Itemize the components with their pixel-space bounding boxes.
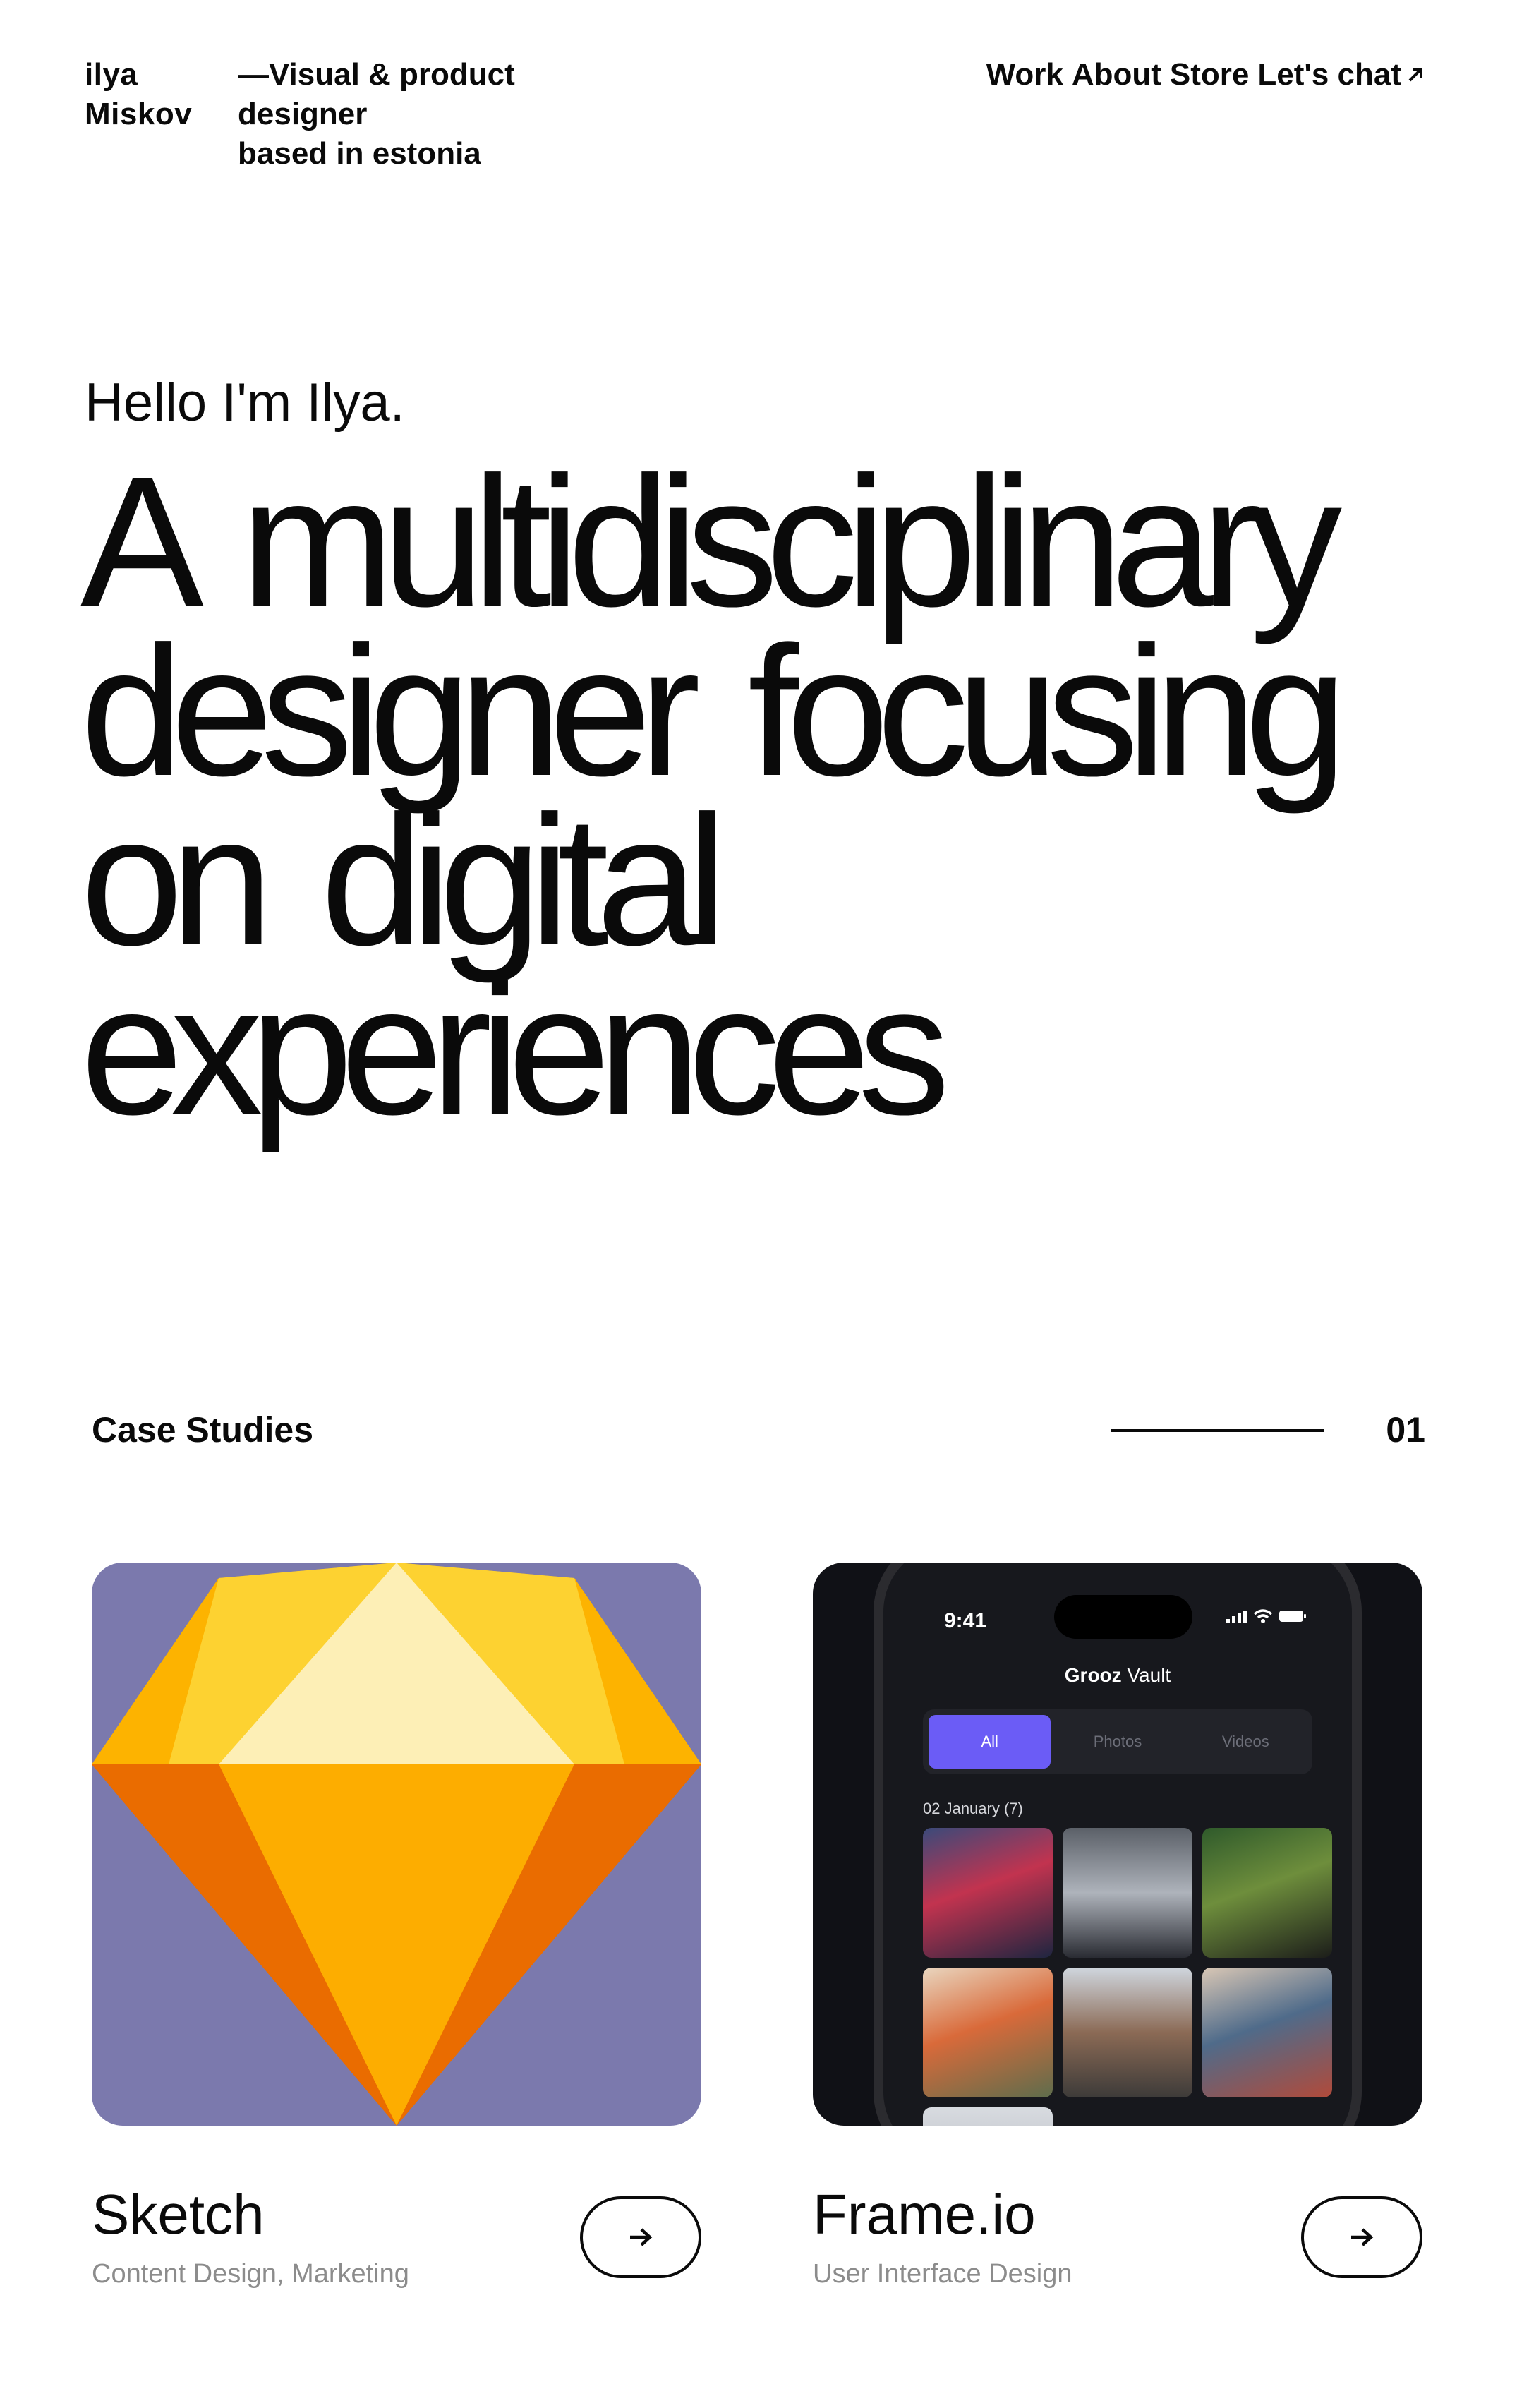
phone-tab-photos: Photos [1093,1733,1142,1750]
arrow-up-right-icon [1406,56,1425,95]
phone-tab-bar: All Photos Videos [923,1709,1312,1774]
photo-thumbnail [923,1968,1053,2097]
nav-link-work[interactable]: Work [986,55,1063,95]
logo-first-name: ilya [85,57,138,92]
sketch-diamond-logo [92,1563,701,2126]
card-title-frameio[interactable]: Frame.io [813,2181,1036,2249]
phone-date-label: 02 January (7) [923,1800,1023,1817]
hero-headline-line-4: experiences [80,946,950,1153]
phone-photo-grid [923,1828,1332,2126]
tagline-line-2: designer [238,97,368,131]
tagline-line-3: based in estonia [238,136,481,171]
hero-headline-line-1: A multidisciplinary [80,438,1342,645]
photo-thumbnail [1063,1968,1192,2097]
nav-link-store[interactable]: Store [1170,55,1249,95]
nav-link-about[interactable]: About [1072,55,1161,95]
card-title-sketch[interactable]: Sketch [92,2181,265,2249]
phone-app-title-bold: Grooz [1064,1664,1122,1686]
case-studies-count: 01 [1386,1410,1425,1450]
arrow-right-icon [1351,2228,1374,2246]
hero-greeting: Hello I'm Ilya. [85,373,405,433]
photo-thumbnail [1202,1968,1332,2097]
logo-last-name: Miskov [85,97,193,131]
phone-tab-videos: Videos [1221,1733,1269,1750]
tagline: —Visual & product designer based in esto… [238,55,515,174]
site-logo[interactable]: ilya Miskov [85,55,192,134]
open-frameio-case-button[interactable] [1301,2196,1422,2278]
photo-thumbnail [923,2107,1053,2126]
phone-app-title-rest: Vault [1127,1664,1171,1686]
phone-time: 9:41 [944,1609,987,1632]
battery-icon [1279,1611,1306,1622]
phone-tab-all: All [929,1715,1051,1769]
phone-mockup: 9:41 Grooz Vault All Photos Videos 02 Ja… [874,1563,1362,2126]
sketch-card-image[interactable] [92,1563,701,2126]
photo-thumbnail [1202,1828,1332,1958]
case-studies-title: Case Studies [92,1410,314,1450]
phone-screen: 9:41 Grooz Vault All Photos Videos 02 Ja… [883,1563,1352,2126]
nav-link-chat[interactable]: Let's chat [1257,55,1425,95]
phone-app-title: Grooz Vault [883,1664,1352,1687]
signal-icon [1226,1611,1247,1623]
card-subtitle-sketch: Content Design, Marketing [92,2259,409,2289]
wifi-icon [1253,1609,1273,1623]
frameio-card-image[interactable]: 9:41 Grooz Vault All Photos Videos 02 Ja… [813,1563,1422,2126]
arrow-right-icon [630,2228,653,2246]
section-divider [1111,1429,1324,1432]
open-sketch-case-button[interactable] [580,2196,701,2278]
photo-thumbnail [923,1828,1053,1958]
phone-status-icons [1226,1609,1307,1623]
hero-headline: A multidisciplinary designer focusing on… [80,438,1456,1153]
nav-link-chat-label: Let's chat [1257,57,1401,92]
main-nav: Work About Store Let's chat [986,55,1425,95]
card-subtitle-frameio: User Interface Design [813,2259,1072,2289]
tagline-line-1: —Visual & product [238,57,515,92]
photo-thumbnail [1063,1828,1192,1958]
hero-headline-line-2: designer focusing [80,608,1348,814]
dynamic-island [1054,1595,1192,1639]
hero-headline-line-3: on digital [80,777,727,984]
